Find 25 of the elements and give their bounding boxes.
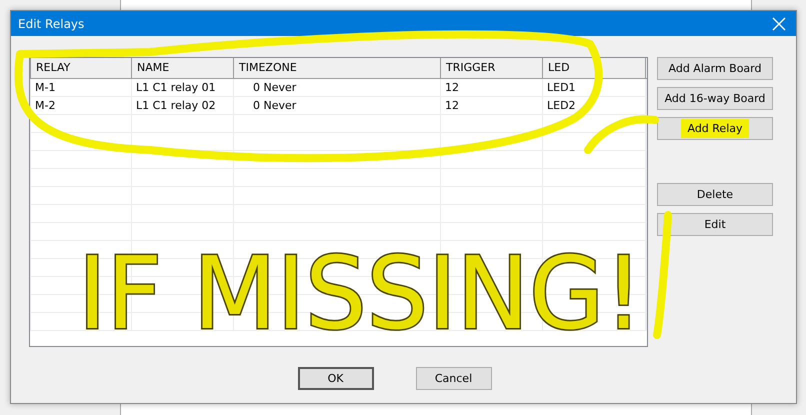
handwritten-annotation: IF MISSING! [78, 235, 662, 352]
table-cell: LED2 [542, 96, 646, 114]
dialog-button[interactable]: Edit [657, 213, 773, 236]
dialog-button[interactable]: Add 16-way Board [657, 87, 773, 110]
window-title: Edit Relays [18, 16, 84, 30]
column-header[interactable]: NAME [132, 58, 234, 78]
table-cell: LED1 [542, 78, 646, 96]
table-cell: 0 Never [234, 78, 440, 96]
dialog-button[interactable]: Add Alarm Board [657, 57, 773, 80]
cancel-button[interactable]: Cancel [416, 367, 492, 390]
column-header[interactable]: TIMEZONE [234, 58, 440, 78]
close-icon[interactable] [772, 16, 786, 30]
table-cell: M-2 [30, 96, 132, 114]
table-cell: L1 C1 relay 01 [132, 78, 234, 96]
ok-button[interactable]: OK [298, 367, 374, 390]
table-cell: M-1 [30, 78, 132, 96]
column-header[interactable]: TRIGGER [440, 58, 542, 78]
table-cell: L1 C1 relay 02 [132, 96, 234, 114]
table-cell: 12 [440, 78, 542, 96]
column-header[interactable]: LED [542, 58, 646, 78]
table-cell: 0 Never [234, 96, 440, 114]
column-header[interactable]: RELAY [30, 58, 132, 78]
table-cell: 12 [440, 96, 542, 114]
dialog-button[interactable]: Add Relay [657, 117, 773, 140]
dialog-button[interactable]: Delete [657, 183, 773, 206]
